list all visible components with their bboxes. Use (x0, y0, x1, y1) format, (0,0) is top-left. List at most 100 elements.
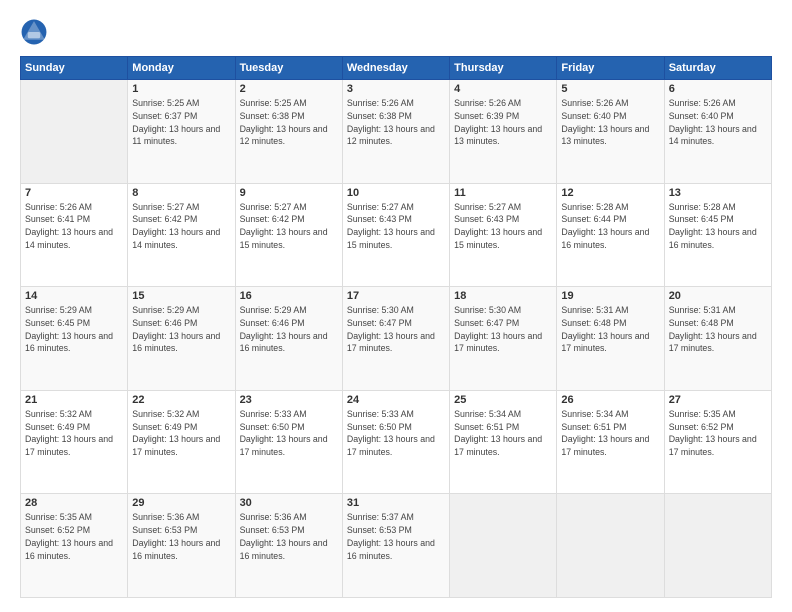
day-number: 1 (132, 83, 230, 95)
calendar-cell: 9 Sunrise: 5:27 AMSunset: 6:42 PMDaylight… (235, 183, 342, 287)
day-number: 17 (347, 290, 445, 302)
day-info: Sunrise: 5:27 AMSunset: 6:43 PMDaylight:… (347, 201, 445, 252)
calendar-cell: 14 Sunrise: 5:29 AMSunset: 6:45 PMDayligh… (21, 287, 128, 391)
day-number: 18 (454, 290, 552, 302)
day-number: 12 (561, 187, 659, 199)
day-info: Sunrise: 5:31 AMSunset: 6:48 PMDaylight:… (669, 304, 767, 355)
day-info: Sunrise: 5:30 AMSunset: 6:47 PMDaylight:… (347, 304, 445, 355)
calendar-cell (664, 494, 771, 598)
calendar-cell: 15Sunrise: 5:29 AMSunset: 6:46 PMDayligh… (128, 287, 235, 391)
day-number: 5 (561, 83, 659, 95)
calendar-cell: 2 Sunrise: 5:25 AMSunset: 6:38 PMDaylight… (235, 80, 342, 184)
calendar-table: SundayMondayTuesdayWednesdayThursdayFrid… (20, 56, 772, 598)
day-number: 20 (669, 290, 767, 302)
day-info: Sunrise: 5:32 AMSunset: 6:49 PMDaylight:… (25, 408, 123, 459)
day-info: Sunrise: 5:28 AMSunset: 6:45 PMDaylight:… (669, 201, 767, 252)
day-number: 21 (25, 394, 123, 406)
day-number: 2 (240, 83, 338, 95)
day-number: 7 (25, 187, 123, 199)
day-number: 22 (132, 394, 230, 406)
col-header-saturday: Saturday (664, 57, 771, 80)
day-number: 15 (132, 290, 230, 302)
day-info: Sunrise: 5:35 AMSunset: 6:52 PMDaylight:… (669, 408, 767, 459)
logo-icon (20, 18, 48, 46)
calendar-cell (450, 494, 557, 598)
day-number: 9 (240, 187, 338, 199)
day-info: Sunrise: 5:33 AMSunset: 6:50 PMDaylight:… (240, 408, 338, 459)
calendar-cell: 6 Sunrise: 5:26 AMSunset: 6:40 PMDaylight… (664, 80, 771, 184)
calendar-cell: 30 Sunrise: 5:36 AMSunset: 6:53 PMDayligh… (235, 494, 342, 598)
calendar-cell: 3 Sunrise: 5:26 AMSunset: 6:38 PMDaylight… (342, 80, 449, 184)
calendar-cell: 12Sunrise: 5:28 AMSunset: 6:44 PMDayligh… (557, 183, 664, 287)
day-info: Sunrise: 5:27 AMSunset: 6:42 PMDaylight:… (240, 201, 338, 252)
logo (20, 18, 52, 46)
day-number: 14 (25, 290, 123, 302)
col-header-sunday: Sunday (21, 57, 128, 80)
day-info: Sunrise: 5:36 AMSunset: 6:53 PMDaylight:… (240, 511, 338, 562)
day-info: Sunrise: 5:26 AMSunset: 6:38 PMDaylight:… (347, 97, 445, 148)
day-info: Sunrise: 5:26 AMSunset: 6:39 PMDaylight:… (454, 97, 552, 148)
calendar-cell (21, 80, 128, 184)
day-number: 3 (347, 83, 445, 95)
calendar-cell: 29Sunrise: 5:36 AMSunset: 6:53 PMDayligh… (128, 494, 235, 598)
day-number: 13 (669, 187, 767, 199)
calendar-cell: 4 Sunrise: 5:26 AMSunset: 6:39 PMDaylight… (450, 80, 557, 184)
calendar-header-row: SundayMondayTuesdayWednesdayThursdayFrid… (21, 57, 772, 80)
calendar-cell: 21 Sunrise: 5:32 AMSunset: 6:49 PMDayligh… (21, 390, 128, 494)
day-info: Sunrise: 5:33 AMSunset: 6:50 PMDaylight:… (347, 408, 445, 459)
day-info: Sunrise: 5:27 AMSunset: 6:43 PMDaylight:… (454, 201, 552, 252)
col-header-thursday: Thursday (450, 57, 557, 80)
day-info: Sunrise: 5:37 AMSunset: 6:53 PMDaylight:… (347, 511, 445, 562)
calendar-week-3: 14 Sunrise: 5:29 AMSunset: 6:45 PMDayligh… (21, 287, 772, 391)
col-header-wednesday: Wednesday (342, 57, 449, 80)
day-number: 6 (669, 83, 767, 95)
calendar-cell: 26 Sunrise: 5:34 AMSunset: 6:51 PMDayligh… (557, 390, 664, 494)
day-number: 11 (454, 187, 552, 199)
day-info: Sunrise: 5:30 AMSunset: 6:47 PMDaylight:… (454, 304, 552, 355)
calendar-cell: 8 Sunrise: 5:27 AMSunset: 6:42 PMDaylight… (128, 183, 235, 287)
col-header-monday: Monday (128, 57, 235, 80)
calendar-cell: 16 Sunrise: 5:29 AMSunset: 6:46 PMDayligh… (235, 287, 342, 391)
day-number: 29 (132, 497, 230, 509)
calendar-cell: 5Sunrise: 5:26 AMSunset: 6:40 PMDaylight… (557, 80, 664, 184)
col-header-friday: Friday (557, 57, 664, 80)
calendar-cell: 23 Sunrise: 5:33 AMSunset: 6:50 PMDayligh… (235, 390, 342, 494)
calendar-cell: 13 Sunrise: 5:28 AMSunset: 6:45 PMDayligh… (664, 183, 771, 287)
day-info: Sunrise: 5:26 AMSunset: 6:40 PMDaylight:… (669, 97, 767, 148)
day-number: 10 (347, 187, 445, 199)
day-info: Sunrise: 5:35 AMSunset: 6:52 PMDaylight:… (25, 511, 123, 562)
day-number: 26 (561, 394, 659, 406)
calendar-cell: 7 Sunrise: 5:26 AMSunset: 6:41 PMDaylight… (21, 183, 128, 287)
day-number: 27 (669, 394, 767, 406)
calendar-cell: 18 Sunrise: 5:30 AMSunset: 6:47 PMDayligh… (450, 287, 557, 391)
calendar-cell (557, 494, 664, 598)
day-info: Sunrise: 5:29 AMSunset: 6:46 PMDaylight:… (240, 304, 338, 355)
calendar-cell: 27 Sunrise: 5:35 AMSunset: 6:52 PMDayligh… (664, 390, 771, 494)
day-number: 8 (132, 187, 230, 199)
day-number: 16 (240, 290, 338, 302)
day-info: Sunrise: 5:25 AMSunset: 6:38 PMDaylight:… (240, 97, 338, 148)
calendar-cell: 31 Sunrise: 5:37 AMSunset: 6:53 PMDayligh… (342, 494, 449, 598)
calendar-cell: 24Sunrise: 5:33 AMSunset: 6:50 PMDayligh… (342, 390, 449, 494)
day-info: Sunrise: 5:34 AMSunset: 6:51 PMDaylight:… (561, 408, 659, 459)
day-info: Sunrise: 5:29 AMSunset: 6:45 PMDaylight:… (25, 304, 123, 355)
calendar-week-4: 21 Sunrise: 5:32 AMSunset: 6:49 PMDayligh… (21, 390, 772, 494)
day-info: Sunrise: 5:25 AMSunset: 6:37 PMDaylight:… (132, 97, 230, 148)
day-info: Sunrise: 5:26 AMSunset: 6:41 PMDaylight:… (25, 201, 123, 252)
calendar-cell: 22Sunrise: 5:32 AMSunset: 6:49 PMDayligh… (128, 390, 235, 494)
day-info: Sunrise: 5:27 AMSunset: 6:42 PMDaylight:… (132, 201, 230, 252)
day-number: 31 (347, 497, 445, 509)
day-number: 30 (240, 497, 338, 509)
day-info: Sunrise: 5:31 AMSunset: 6:48 PMDaylight:… (561, 304, 659, 355)
calendar-cell: 10 Sunrise: 5:27 AMSunset: 6:43 PMDayligh… (342, 183, 449, 287)
day-number: 19 (561, 290, 659, 302)
calendar-cell: 28Sunrise: 5:35 AMSunset: 6:52 PMDayligh… (21, 494, 128, 598)
calendar-week-2: 7 Sunrise: 5:26 AMSunset: 6:41 PMDaylight… (21, 183, 772, 287)
day-number: 23 (240, 394, 338, 406)
calendar-cell: 19 Sunrise: 5:31 AMSunset: 6:48 PMDayligh… (557, 287, 664, 391)
day-number: 4 (454, 83, 552, 95)
calendar-cell: 25Sunrise: 5:34 AMSunset: 6:51 PMDayligh… (450, 390, 557, 494)
calendar-cell: 20 Sunrise: 5:31 AMSunset: 6:48 PMDayligh… (664, 287, 771, 391)
day-info: Sunrise: 5:34 AMSunset: 6:51 PMDaylight:… (454, 408, 552, 459)
calendar-cell: 1 Sunrise: 5:25 AMSunset: 6:37 PMDaylight… (128, 80, 235, 184)
